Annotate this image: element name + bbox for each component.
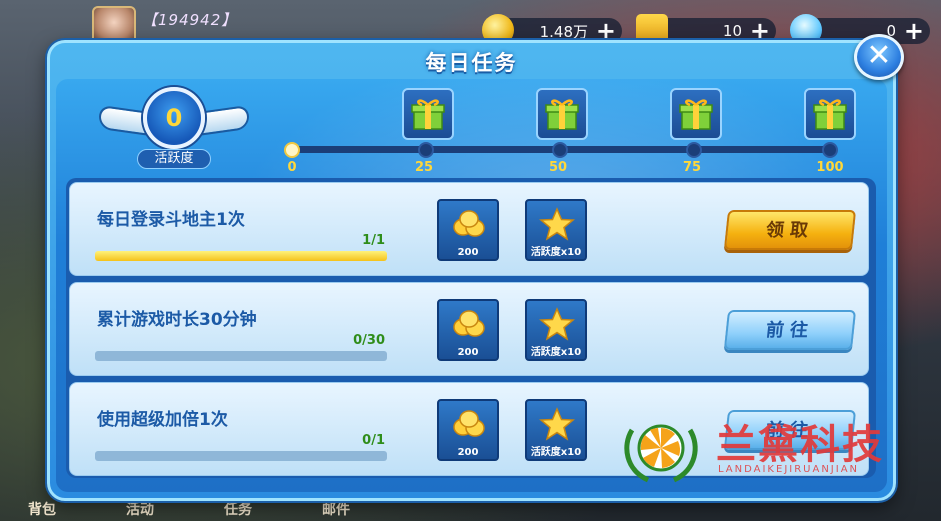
task-progress-text: 0/30 bbox=[353, 333, 385, 348]
reward-label: 活跃度x10 bbox=[530, 247, 582, 258]
milestone-label: 100 bbox=[816, 160, 844, 175]
gift-icon bbox=[813, 99, 847, 130]
task-progress-bar bbox=[95, 351, 387, 361]
star-icon bbox=[539, 207, 575, 241]
go-button[interactable]: 前往 bbox=[723, 310, 857, 350]
claim-button[interactable]: 领取 bbox=[723, 210, 857, 250]
dialog-title: 每日任务 bbox=[425, 51, 518, 75]
gift-icon bbox=[545, 99, 579, 130]
watermark-text: 兰黛科技 bbox=[716, 422, 884, 468]
reward-label: 200 bbox=[457, 347, 479, 358]
gold-coins-icon bbox=[453, 410, 485, 437]
nav-backpack[interactable]: 背包 bbox=[28, 499, 126, 521]
task-row: 每日登录斗地主1次 1/1 200 活跃度x10 领取 bbox=[69, 182, 869, 276]
reward-label: 200 bbox=[457, 447, 479, 458]
gold-coins-icon bbox=[453, 310, 485, 337]
reward-activity: 活跃度x10 bbox=[525, 399, 587, 461]
milestone-dot bbox=[552, 142, 568, 158]
reward-label: 活跃度x10 bbox=[530, 447, 582, 458]
task-progress-text: 1/1 bbox=[362, 233, 385, 248]
nav-tasks[interactable]: 任务 bbox=[224, 499, 322, 521]
watermark: 兰黛科技 LANDAIKEJIRUANJIAN bbox=[618, 408, 918, 488]
task-progress-fill bbox=[95, 251, 387, 261]
laurel-logo-icon bbox=[624, 424, 698, 483]
watermark-subtext: LANDAIKEJIRUANJIAN bbox=[718, 464, 860, 475]
gift-box-50[interactable] bbox=[536, 88, 588, 140]
gold-amount: 1.48万 bbox=[539, 22, 588, 41]
task-progress-bar bbox=[95, 251, 387, 261]
add-diamond-button[interactable]: + bbox=[904, 19, 924, 43]
bottom-nav: 背包 活动 任务 邮件 bbox=[0, 499, 420, 521]
milestone-dot bbox=[822, 142, 838, 158]
reward-gold: 200 bbox=[437, 199, 499, 261]
star-icon bbox=[539, 307, 575, 341]
close-button[interactable]: ✕ bbox=[854, 34, 904, 80]
ticket-amount: 10 bbox=[722, 22, 742, 40]
milestone-label: 75 bbox=[682, 160, 702, 175]
milestone-label: 25 bbox=[414, 160, 434, 175]
milestone-dot bbox=[686, 142, 702, 158]
milestone-dot bbox=[418, 142, 434, 158]
gift-box-25[interactable] bbox=[402, 88, 454, 140]
nav-mail[interactable]: 邮件 bbox=[322, 499, 420, 521]
activity-badge: 0 活跃度 bbox=[99, 87, 249, 171]
milestone-dot bbox=[284, 142, 300, 158]
task-name: 每日登录斗地主1次 bbox=[97, 210, 245, 230]
reward-activity: 活跃度x10 bbox=[525, 199, 587, 261]
gift-box-100[interactable] bbox=[804, 88, 856, 140]
task-name: 累计游戏时长30分钟 bbox=[97, 310, 257, 330]
task-row: 累计游戏时长30分钟 0/30 200 活跃度x10 前往 bbox=[69, 282, 869, 376]
milestone-label: 50 bbox=[548, 160, 568, 175]
nav-activity[interactable]: 活动 bbox=[126, 499, 224, 521]
reward-gold: 200 bbox=[437, 299, 499, 361]
task-progress-text: 0/1 bbox=[362, 433, 385, 448]
gift-box-75[interactable] bbox=[670, 88, 722, 140]
player-id: 【194942】 bbox=[142, 11, 238, 29]
task-progress-bar bbox=[95, 451, 387, 461]
milestone-label: 0 bbox=[287, 160, 297, 175]
star-icon bbox=[539, 407, 575, 441]
reward-label: 200 bbox=[457, 247, 479, 258]
gold-coins-icon bbox=[453, 210, 485, 237]
gift-icon bbox=[411, 99, 445, 130]
activity-label: 活跃度 bbox=[137, 149, 211, 169]
activity-value: 0 bbox=[143, 87, 205, 149]
reward-gold: 200 bbox=[437, 399, 499, 461]
reward-activity: 活跃度x10 bbox=[525, 299, 587, 361]
task-name: 使用超级加倍1次 bbox=[97, 410, 228, 430]
reward-label: 活跃度x10 bbox=[530, 347, 582, 358]
gift-icon bbox=[679, 99, 713, 130]
